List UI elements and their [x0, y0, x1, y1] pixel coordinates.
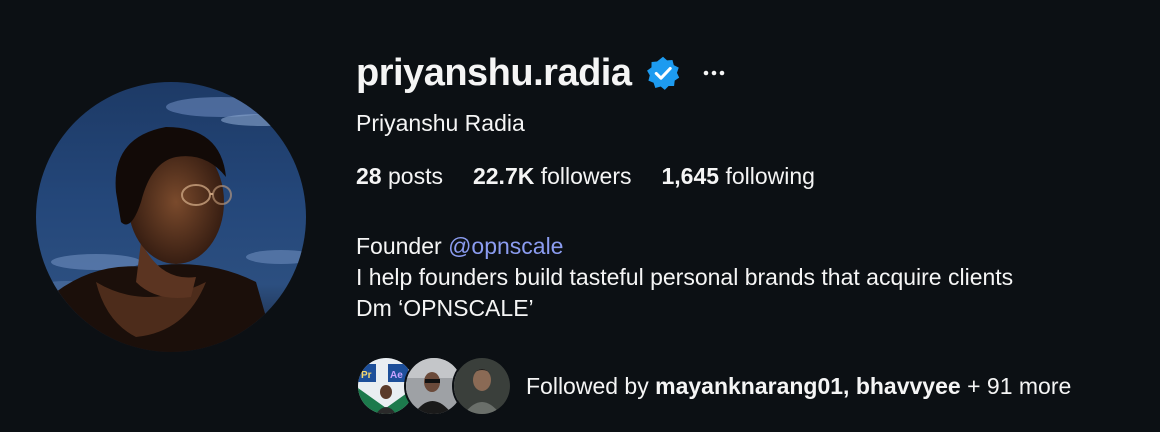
posts-count: 28 [356, 163, 382, 189]
following-count: 1,645 [661, 163, 720, 189]
bio-role: Founder [356, 233, 449, 259]
followers-label: followers [534, 163, 632, 189]
profile-avatar[interactable] [36, 82, 306, 352]
svg-text:Pr: Pr [361, 370, 372, 381]
profile-stats: 28 posts 22.7K followers 1,645 following [356, 163, 845, 190]
bio: Founder @opnscale I help founders build … [356, 231, 1013, 324]
username[interactable]: priyanshu.radia [356, 52, 632, 95]
followed-by-prefix: Followed by [526, 372, 656, 399]
more-options-icon[interactable] [703, 62, 725, 84]
posts-label: posts [381, 163, 443, 189]
verified-badge-icon [645, 55, 681, 91]
followed-by-text: Followed by mayanknarang01, bhavvyee + 9… [526, 373, 1071, 400]
following-stat[interactable]: 1,645 following [662, 163, 815, 190]
username-row: priyanshu.radia [356, 50, 725, 96]
followed-by-suffix: + 91 more [960, 372, 1072, 399]
svg-text:Ae: Ae [390, 370, 403, 381]
bio-line-3: Dm ‘OPNSCALE’ [356, 295, 534, 321]
bio-line-1: Founder @opnscale [356, 231, 1013, 262]
bio-line-2: I help founders build tasteful personal … [356, 264, 1014, 290]
followed-by[interactable]: Pr Ae Followed by mayanknarang01, bhavvy… [356, 356, 1071, 416]
bio-mention-link[interactable]: @opnscale [448, 233, 563, 259]
posts-stat: 28 posts [356, 163, 443, 190]
full-name: Priyanshu Radia [356, 110, 525, 136]
mutual-follower-avatar [452, 356, 512, 416]
profile-photo [36, 82, 306, 352]
followers-count: 22.7K [472, 163, 535, 189]
followers-stat[interactable]: 22.7K followers [473, 163, 632, 190]
followed-by-names: mayanknarang01, bhavvyee [655, 372, 961, 399]
following-label: following [719, 163, 815, 189]
